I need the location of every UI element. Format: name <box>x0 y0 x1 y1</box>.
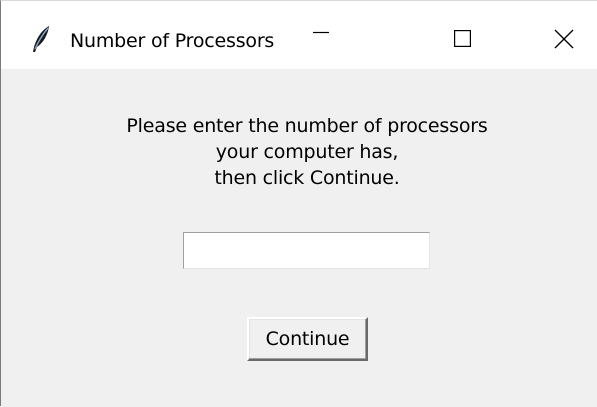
feather-icon <box>29 25 53 53</box>
window-title: Number of Processors <box>70 30 275 52</box>
instruction-message: Please enter the number of processors yo… <box>1 113 597 191</box>
maximize-icon <box>454 30 471 47</box>
message-line-2: your computer has, <box>215 141 399 163</box>
message-line-1: Please enter the number of processors <box>126 115 488 137</box>
dialog-body: Please enter the number of processors yo… <box>1 69 597 407</box>
title-bar[interactable]: Number of Processors <box>1 1 597 69</box>
close-icon <box>554 29 574 49</box>
continue-button[interactable]: Continue <box>247 317 368 361</box>
processor-count-input[interactable] <box>183 232 430 269</box>
minimize-button[interactable] <box>282 1 372 69</box>
dialog-window: Number of Processors Please enter the nu… <box>0 0 597 407</box>
minimize-icon <box>313 31 329 34</box>
close-button[interactable] <box>507 1 597 69</box>
message-line-3: then click Continue. <box>214 167 400 189</box>
maximize-button[interactable] <box>417 1 507 69</box>
